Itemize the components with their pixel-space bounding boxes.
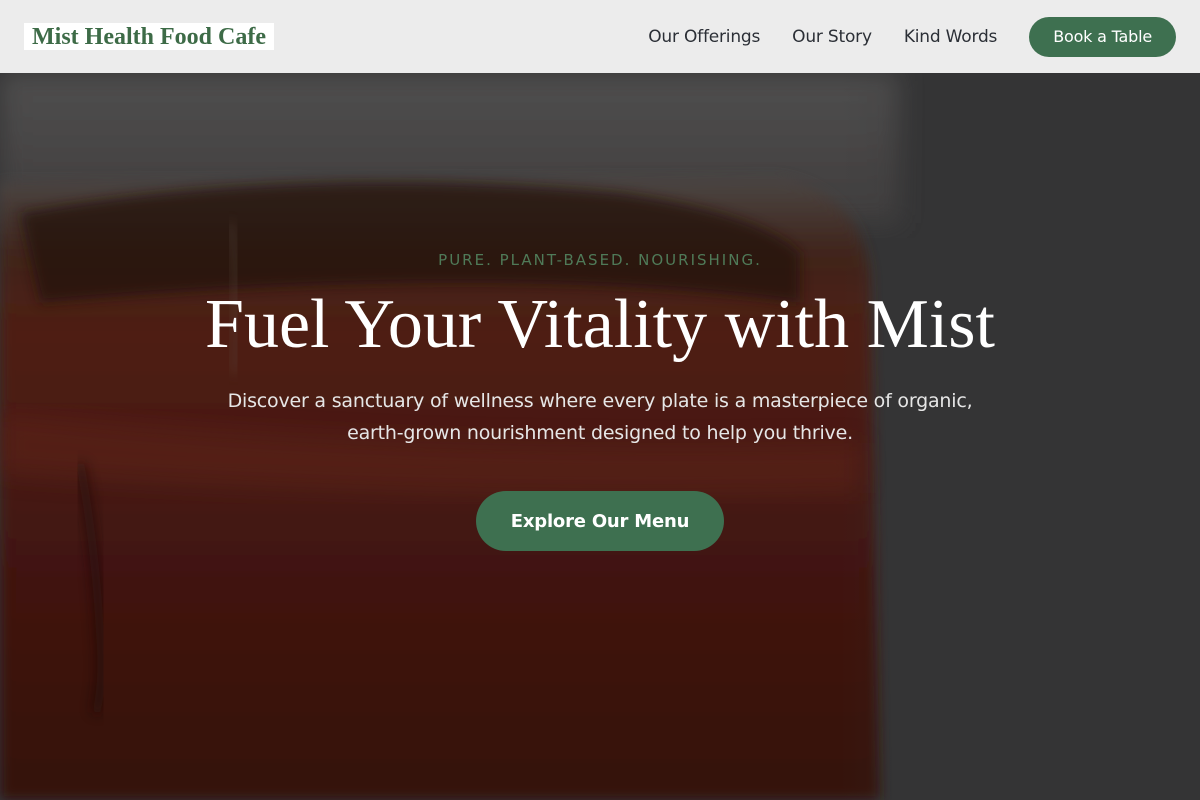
hero-content: PURE. PLANT-BASED. NOURISHING. Fuel Your… xyxy=(0,73,1200,800)
site-logo[interactable]: Mist Health Food Cafe xyxy=(24,23,274,50)
hero-subtext: Discover a sanctuary of wellness where e… xyxy=(227,390,973,444)
hero-eyebrow: PURE. PLANT-BASED. NOURISHING. xyxy=(438,251,762,269)
main-nav: Our Offerings Our Story Kind Words Book … xyxy=(648,16,1176,57)
nav-link-offerings[interactable]: Our Offerings xyxy=(648,27,760,47)
explore-menu-button[interactable]: Explore Our Menu xyxy=(476,491,724,551)
hero-section: PURE. PLANT-BASED. NOURISHING. Fuel Your… xyxy=(0,73,1200,800)
site-header: Mist Health Food Cafe Our Offerings Our … xyxy=(0,0,1200,73)
hero-headline: Fuel Your Vitality with Mist xyxy=(205,286,995,363)
nav-link-kind-words[interactable]: Kind Words xyxy=(904,27,998,47)
nav-link-story[interactable]: Our Story xyxy=(792,27,872,47)
book-table-button[interactable]: Book a Table xyxy=(1029,16,1176,57)
